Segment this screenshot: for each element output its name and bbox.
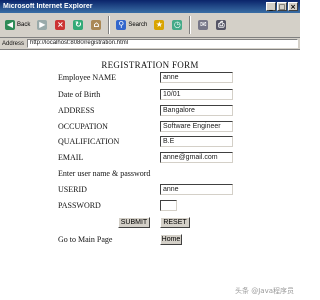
address-input[interactable]: http://localhost:8080/registration.html: [27, 39, 298, 48]
back-button-label: Back: [17, 22, 31, 28]
qualification-input[interactable]: B.E: [160, 136, 233, 147]
address-bar: Address http://localhost:8080/registrati…: [0, 38, 300, 50]
print-icon: ⎙: [216, 20, 227, 30]
password-label: PASSWORD: [58, 201, 101, 210]
minimize-button[interactable]: _: [266, 2, 276, 11]
userid-input[interactable]: anne: [160, 184, 233, 195]
search-icon: ⚲: [116, 20, 127, 30]
page-content: REGISTRATION FORM Employee NAME anne Dat…: [0, 50, 300, 300]
search-button-label: Search: [128, 22, 148, 28]
maximize-button[interactable]: □: [277, 2, 287, 11]
occupation-label: OCCUPATION: [58, 122, 108, 131]
home-icon: ⌂: [91, 20, 102, 30]
address-field-input[interactable]: Bangalore: [160, 105, 233, 116]
toolbar-separator: [189, 16, 192, 34]
back-arrow-icon: ◀: [5, 20, 15, 30]
form-title: REGISTRATION FORM: [101, 60, 199, 70]
browser-toolbar: ◀ Back ▶ × ↻ ⌂ ⚲ Search ★ ◷ ✉ ⎙: [0, 13, 300, 38]
refresh-button[interactable]: ↻: [70, 16, 86, 35]
submit-button[interactable]: SUBMIT: [118, 217, 150, 228]
qualification-label: QUALIFICATION: [58, 137, 120, 146]
email-input[interactable]: anne@gmail.com: [160, 152, 233, 163]
employee-name-label: Employee NAME: [58, 73, 116, 82]
mail-button[interactable]: ✉: [195, 16, 211, 35]
date-of-birth-label: Date of Birth: [58, 90, 101, 99]
stop-button[interactable]: ×: [52, 16, 68, 35]
reset-button[interactable]: RESET: [160, 217, 190, 228]
mail-icon: ✉: [198, 20, 209, 30]
forward-button[interactable]: ▶: [34, 16, 50, 35]
home-toolbar-button[interactable]: ⌂: [88, 16, 104, 35]
address-label: Address: [2, 40, 25, 47]
refresh-icon: ↻: [73, 20, 84, 30]
window-controls: _ □ ×: [266, 2, 298, 11]
date-of-birth-input[interactable]: 10/01: [160, 89, 233, 100]
password-input[interactable]: [160, 200, 177, 211]
history-button[interactable]: ◷: [169, 16, 185, 35]
home-button[interactable]: Home: [160, 234, 182, 245]
credentials-heading: Enter user name & password: [58, 169, 151, 178]
address-field-label: ADDRESS: [58, 106, 95, 115]
forward-arrow-icon: ▶: [37, 20, 48, 30]
email-label: EMAIL: [58, 153, 84, 162]
favorites-icon: ★: [154, 20, 165, 30]
watermark: 头条 @Java程序员: [234, 287, 294, 295]
back-button[interactable]: ◀ Back: [3, 16, 32, 35]
close-button[interactable]: ×: [288, 2, 298, 11]
window-titlebar: Microsoft Internet Explorer _ □ ×: [0, 0, 300, 13]
history-icon: ◷: [172, 20, 183, 30]
search-button[interactable]: ⚲ Search: [114, 16, 149, 35]
userid-label: USERID: [58, 185, 87, 194]
print-button[interactable]: ⎙: [213, 16, 229, 35]
main-page-prompt: Go to Main Page: [58, 235, 113, 244]
window-title: Microsoft Internet Explorer: [3, 3, 93, 10]
favorites-button[interactable]: ★: [151, 16, 167, 35]
occupation-input[interactable]: Software Engineer: [160, 121, 233, 132]
stop-icon: ×: [55, 20, 66, 30]
toolbar-separator: [108, 16, 111, 34]
employee-name-input[interactable]: anne: [160, 72, 233, 83]
